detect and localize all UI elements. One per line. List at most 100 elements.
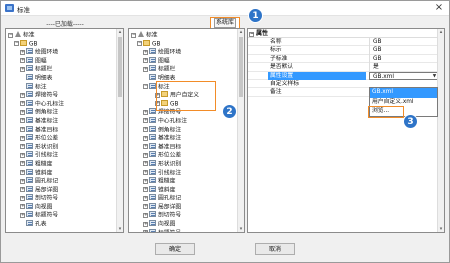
tree-item[interactable]: 孔表 [8,220,64,229]
collapse-icon[interactable]: − [14,41,19,47]
collapse-icon[interactable]: − [131,32,136,38]
expand-icon[interactable]: + [143,230,148,232]
expand-icon[interactable]: + [20,66,25,72]
mid-scrollbar[interactable]: ▴ ▾ [237,29,244,232]
scroll-down-icon[interactable]: ▾ [117,226,123,232]
expand-icon[interactable]: + [20,187,25,193]
expand-icon[interactable]: + [20,49,25,55]
tree-item[interactable]: + 基准目标 [131,142,199,152]
expand-icon[interactable]: + [20,152,25,158]
property-section-header[interactable]: − 属性 [248,29,439,38]
property-row[interactable]: 标示 GB [248,46,439,55]
expand-icon[interactable]: + [20,144,25,150]
tree-item[interactable]: + 焊接符号 [8,91,64,100]
tree-item[interactable]: + 标题栏 [8,65,64,74]
tree-item[interactable]: + 圆孔标记 [131,194,199,203]
tree-item[interactable]: + 局部详图 [8,185,64,195]
property-value[interactable]: GB [369,54,439,64]
expand-icon[interactable]: + [143,127,148,133]
tree-item[interactable]: + 粗糙度 [8,159,64,169]
expand-icon[interactable]: + [20,178,25,184]
expand-icon[interactable]: + [143,135,148,141]
expand-icon[interactable]: + [143,66,148,72]
expand-icon[interactable]: + [20,58,25,64]
collapse-icon[interactable]: − [8,32,13,38]
tree-item[interactable]: + 剖切符号 [131,211,199,220]
expand-icon[interactable]: + [20,212,25,218]
ok-button[interactable]: 确定 [155,243,195,255]
expand-icon[interactable]: + [20,101,25,107]
expand-icon[interactable]: + [143,195,148,201]
system-tree-panel[interactable]: − 标准 − GB + 绘图环境 + 图幅 + 标题栏 明细表 − 标注 + 用户自定义 + GB + 焊接符号 + 中… [128,28,245,233]
expand-icon[interactable]: + [143,170,148,175]
property-value[interactable]: 是 [369,63,439,72]
close-button[interactable]: × [432,2,446,14]
expand-icon[interactable]: + [143,212,148,218]
tree-item[interactable]: + 绘图环境 [8,48,64,57]
expand-icon[interactable]: + [143,178,148,184]
collapse-icon[interactable]: − [143,84,148,90]
property-row[interactable]: 是否默认 是 [248,63,439,72]
collapse-icon[interactable]: − [137,41,142,47]
tree-node-gb[interactable]: − GB [131,39,199,49]
tree-node-gb[interactable]: − GB [8,39,64,49]
tree-item[interactable]: + 圆孔标记 [8,177,64,186]
tree-item[interactable]: + 基准标注 [8,116,64,126]
expand-icon[interactable]: + [143,161,148,167]
expand-icon[interactable]: + [20,118,25,124]
expand-icon[interactable]: + [143,204,148,210]
expand-icon[interactable]: + [20,161,25,167]
expand-icon[interactable]: + [143,187,148,193]
tree-item[interactable]: + 倒角标注 [131,125,199,135]
tree-item[interactable]: + 基准标注 [131,134,199,143]
tree-item[interactable]: + 中心孔标注 [8,99,64,109]
property-row[interactable]: 属性设置 GB.xml ▼ [248,71,439,80]
tree-item[interactable]: + 剖切符号 [8,194,64,203]
property-value[interactable]: GB [369,46,439,55]
tree-item[interactable]: + 绘图环境 [131,48,199,57]
left-scrollbar[interactable]: ▴ ▾ [116,29,123,232]
tree-item[interactable]: + 标题符号 [8,211,64,220]
expand-icon[interactable]: + [20,135,25,141]
expand-icon[interactable]: + [143,152,148,158]
dropdown-option[interactable]: GB.xml [370,88,437,98]
property-panel[interactable]: − 属性 名称 GB 标示 GB 子标准 GB 是否默认是属性设置 GB.xml ▼ 自定义样标 备注… [247,28,445,233]
scroll-down-icon[interactable]: ▾ [238,226,244,232]
tree-item[interactable]: + 中心孔标注 [131,116,199,126]
tree-item[interactable]: + 形位公差 [8,134,64,143]
tree-root[interactable]: − 标准 [131,31,199,40]
tree-root[interactable]: − 标准 [8,31,64,40]
tree-item[interactable]: + 形状识别 [131,159,199,169]
expand-icon[interactable]: + [20,109,25,115]
tree-item[interactable]: + 标题符号 [131,228,199,232]
expand-icon[interactable]: + [20,92,25,98]
tree-item[interactable]: + 标题栏 [131,65,199,74]
tree-item[interactable]: + 基准目标 [8,125,64,135]
tree-item[interactable]: + 局部详图 [131,202,199,212]
property-row[interactable]: 子标准 GB [248,54,439,64]
cancel-button[interactable]: 取消 [255,243,295,255]
expand-icon[interactable]: + [20,204,25,210]
tree-item[interactable]: + 锥斜度 [131,185,199,195]
expand-icon[interactable]: + [20,195,25,201]
expand-icon[interactable]: + [143,58,148,64]
scroll-thumb[interactable] [118,37,122,97]
tree-item[interactable]: + 引线标注 [8,151,64,160]
loaded-tree-panel[interactable]: − 标准 − GB + 绘图环境 + 图幅 + 标题栏 明细表 标注 + 焊接符号 + 中心孔标注 + 倒角标注 +… [5,28,124,233]
tree-item[interactable]: + 粗糙度 [131,177,199,186]
scroll-up-icon[interactable]: ▴ [238,29,244,35]
tree-item[interactable]: + 锥斜度 [8,168,64,178]
property-value[interactable]: GB [369,38,439,47]
scroll-thumb[interactable] [239,37,243,97]
tree-item[interactable]: 标注 [8,82,64,92]
scroll-up-icon[interactable]: ▴ [117,29,123,35]
property-row[interactable]: 名称 GB [248,38,439,47]
collapse-icon[interactable]: − [249,32,254,37]
scroll-up-icon[interactable]: ▴ [438,29,444,35]
tree-item[interactable]: + 形状识别 [8,142,64,152]
expand-icon[interactable]: + [20,170,25,175]
expand-icon[interactable]: + [143,49,148,55]
tree-item[interactable]: 明细表 [8,73,64,83]
right-scrollbar[interactable]: ▴ ▾ [437,29,444,232]
expand-icon[interactable]: + [143,221,148,227]
